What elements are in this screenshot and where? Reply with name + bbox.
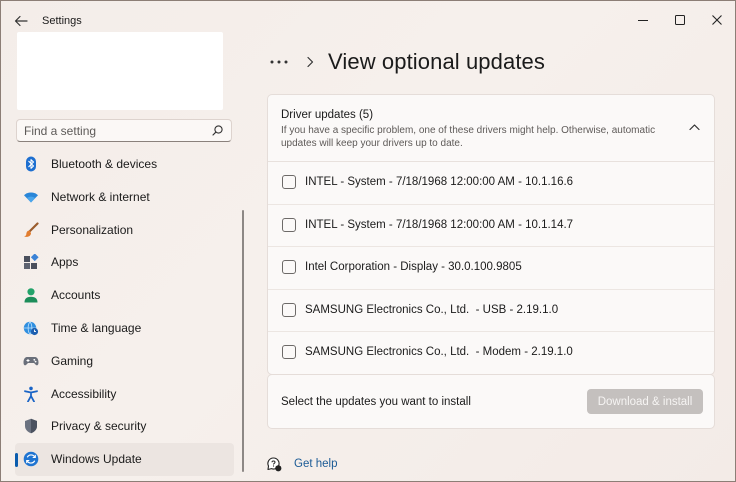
back-button[interactable] <box>9 10 33 32</box>
download-install-button[interactable]: Download & install <box>587 389 703 414</box>
more-dots-icon <box>270 60 288 64</box>
sidebar-item-network-internet[interactable]: Network & internet <box>15 181 234 214</box>
driver-updates-panel: Driver updates (5) If you have a specifi… <box>267 94 715 375</box>
windows-update-icon <box>23 451 39 467</box>
driver-update-checkbox[interactable] <box>282 175 296 189</box>
sidebar-item-label: Apps <box>51 255 79 270</box>
sidebar-item-apps[interactable]: Apps <box>15 246 234 279</box>
bluetooth-icon <box>26 156 36 172</box>
sidebar-scrollbar[interactable] <box>242 210 244 472</box>
sidebar-item-label: Gaming <box>51 353 94 368</box>
accessibility-icon <box>24 386 38 402</box>
driver-update-label: SAMSUNG Electronics Co., Ltd. - Modem - … <box>305 346 573 359</box>
install-instructions: Select the updates you want to install <box>281 396 471 408</box>
back-arrow-icon <box>14 15 28 27</box>
search-input[interactable] <box>24 123 204 138</box>
driver-update-label: INTEL - System - 7/18/1968 12:00:00 AM -… <box>305 176 574 188</box>
close-button[interactable] <box>699 1 735 29</box>
driver-update-label: INTEL - System - 7/18/1968 12:00:00 AM -… <box>305 218 574 231</box>
minimize-icon <box>638 19 648 21</box>
brush-icon <box>24 221 39 237</box>
driver-update-checkbox[interactable] <box>282 302 296 317</box>
page-title: View optional updates <box>328 49 545 74</box>
maximize-icon <box>675 14 685 25</box>
sidebar-item-accounts[interactable]: Accounts <box>15 279 234 312</box>
sidebar-item-privacy-security[interactable]: Privacy & security <box>15 410 234 443</box>
driver-update-label: Intel Corporation - Display - 30.0.100.9… <box>305 261 522 274</box>
wifi-icon <box>24 192 38 203</box>
minimize-button[interactable] <box>625 1 661 29</box>
active-indicator <box>15 453 18 468</box>
chevron-up-icon[interactable] <box>689 123 700 131</box>
sidebar-item-label: Accounts <box>51 288 101 303</box>
sidebar-nav: Bluetooth & devices Network & internet P… <box>15 148 235 476</box>
chevron-right-icon <box>307 56 314 68</box>
account-profile-card[interactable] <box>17 32 223 110</box>
app-title: Settings <box>42 15 82 27</box>
sidebar-item-time-language[interactable]: Time & language <box>15 312 234 345</box>
sidebar-item-label: Privacy & security <box>51 419 147 434</box>
gamepad-icon <box>23 356 39 366</box>
driver-updates-header[interactable]: Driver updates (5) If you have a specifi… <box>268 95 714 162</box>
sidebar-item-label: Accessibility <box>51 386 117 401</box>
install-panel: Select the updates you want to install D… <box>267 374 715 429</box>
sidebar-item-accessibility[interactable]: Accessibility <box>15 378 234 411</box>
driver-update-checkbox[interactable] <box>282 217 296 232</box>
get-help-link[interactable]: Get help <box>294 458 337 470</box>
sidebar-item-gaming[interactable]: Gaming <box>15 345 234 378</box>
sidebar-item-windows-update[interactable]: Windows Update <box>15 443 234 476</box>
driver-update-row: INTEL - System - 7/18/1968 12:00:00 AM -… <box>268 162 714 205</box>
sidebar-item-label: Network & internet <box>51 189 150 204</box>
shield-icon <box>25 419 37 434</box>
driver-update-row: SAMSUNG Electronics Co., Ltd. - USB - 2.… <box>268 290 714 333</box>
search-icon[interactable] <box>212 125 223 136</box>
close-icon <box>712 14 722 25</box>
help-chat-icon[interactable] <box>267 457 282 472</box>
settings-window: Settings Bluetooth & devices <box>0 0 736 482</box>
driver-update-label: SAMSUNG Electronics Co., Ltd. - USB - 2.… <box>305 303 559 316</box>
driver-updates-title: Driver updates (5) <box>281 109 374 121</box>
apps-icon <box>24 254 39 270</box>
driver-updates-description: If you have a specific problem, one of t… <box>281 125 656 149</box>
maximize-button[interactable] <box>662 1 698 29</box>
sidebar-item-personalization[interactable]: Personalization <box>15 214 234 247</box>
driver-update-row: SAMSUNG Electronics Co., Ltd. - Modem - … <box>268 332 714 374</box>
sidebar-item-label: Personalization <box>51 222 134 237</box>
sidebar-item-label: Bluetooth & devices <box>51 157 158 171</box>
person-icon <box>24 288 38 303</box>
search-box <box>16 119 232 142</box>
driver-update-row: Intel Corporation - Display - 30.0.100.9… <box>268 247 714 290</box>
driver-update-row: INTEL - System - 7/18/1968 12:00:00 AM -… <box>268 205 714 248</box>
sidebar-item-label: Windows Update <box>51 452 142 467</box>
driver-update-checkbox[interactable] <box>282 260 296 275</box>
driver-update-checkbox[interactable] <box>282 345 296 360</box>
breadcrumb-more-button[interactable] <box>269 53 291 71</box>
globe-clock-icon <box>23 321 39 336</box>
sidebar-item-bluetooth-devices[interactable]: Bluetooth & devices <box>15 148 234 181</box>
sidebar-item-label: Time & language <box>51 320 142 335</box>
